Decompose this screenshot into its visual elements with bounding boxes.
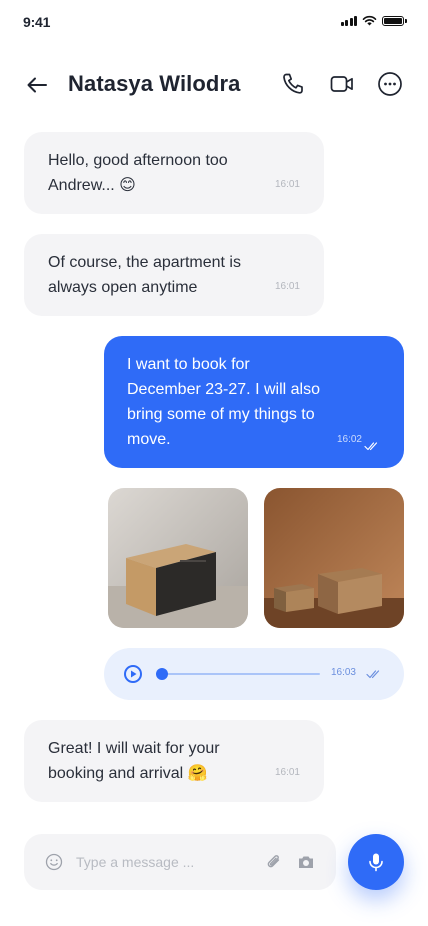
message-text: Great! I will wait for your booking and …	[48, 740, 220, 782]
incoming-message[interactable]: Hello, good afternoon too Andrew... 😊 16…	[24, 132, 324, 214]
incoming-message[interactable]: Great! I will wait for your booking and …	[24, 720, 324, 802]
photo-attachment[interactable]	[108, 488, 248, 628]
microphone-icon	[369, 853, 383, 872]
status-bar: 9:41	[0, 0, 428, 44]
read-receipt-icon	[366, 670, 380, 679]
chat-header: Natasya Wilodra	[0, 60, 428, 110]
play-icon[interactable]	[124, 665, 142, 683]
voice-message[interactable]: 16:03	[104, 648, 404, 700]
boxes-photo-image	[264, 488, 404, 628]
message-text: Of course, the apartment is always open …	[48, 254, 241, 296]
message-time: 16:02	[336, 434, 362, 445]
microphone-button[interactable]	[348, 834, 404, 890]
read-receipt-icon	[364, 442, 378, 451]
more-options-icon[interactable]	[376, 70, 404, 98]
phone-call-icon[interactable]	[279, 70, 307, 98]
message-time: 16:01	[274, 179, 300, 190]
outgoing-message[interactable]: I want to book for December 23-27. I wil…	[104, 336, 404, 468]
incoming-message[interactable]: Of course, the apartment is always open …	[24, 234, 324, 316]
message-text: Hello, good afternoon too Andrew... 😊	[48, 152, 228, 194]
message-composer	[24, 834, 336, 890]
voice-progress-knob[interactable]	[156, 668, 168, 680]
voice-progress-track[interactable]	[162, 673, 320, 675]
message-text: I want to book for December 23-27. I wil…	[127, 356, 320, 448]
emoji-icon[interactable]	[44, 852, 64, 872]
video-call-icon[interactable]	[328, 70, 356, 98]
camera-icon[interactable]	[296, 852, 316, 872]
message-input[interactable]	[76, 850, 256, 874]
photo-attachment[interactable]	[264, 488, 404, 628]
signal-icon	[340, 15, 357, 26]
status-time: 9:41	[23, 14, 51, 30]
status-icons	[340, 15, 407, 26]
battery-icon	[382, 15, 407, 26]
wifi-icon	[362, 15, 377, 26]
message-time: 16:01	[274, 281, 300, 292]
box-photo-image	[108, 488, 248, 628]
message-time: 16:01	[274, 767, 300, 778]
paperclip-icon[interactable]	[264, 852, 284, 872]
voice-time: 16:03	[330, 667, 356, 678]
contact-name: Natasya Wilodra	[68, 71, 241, 96]
back-arrow-icon[interactable]	[24, 72, 50, 98]
